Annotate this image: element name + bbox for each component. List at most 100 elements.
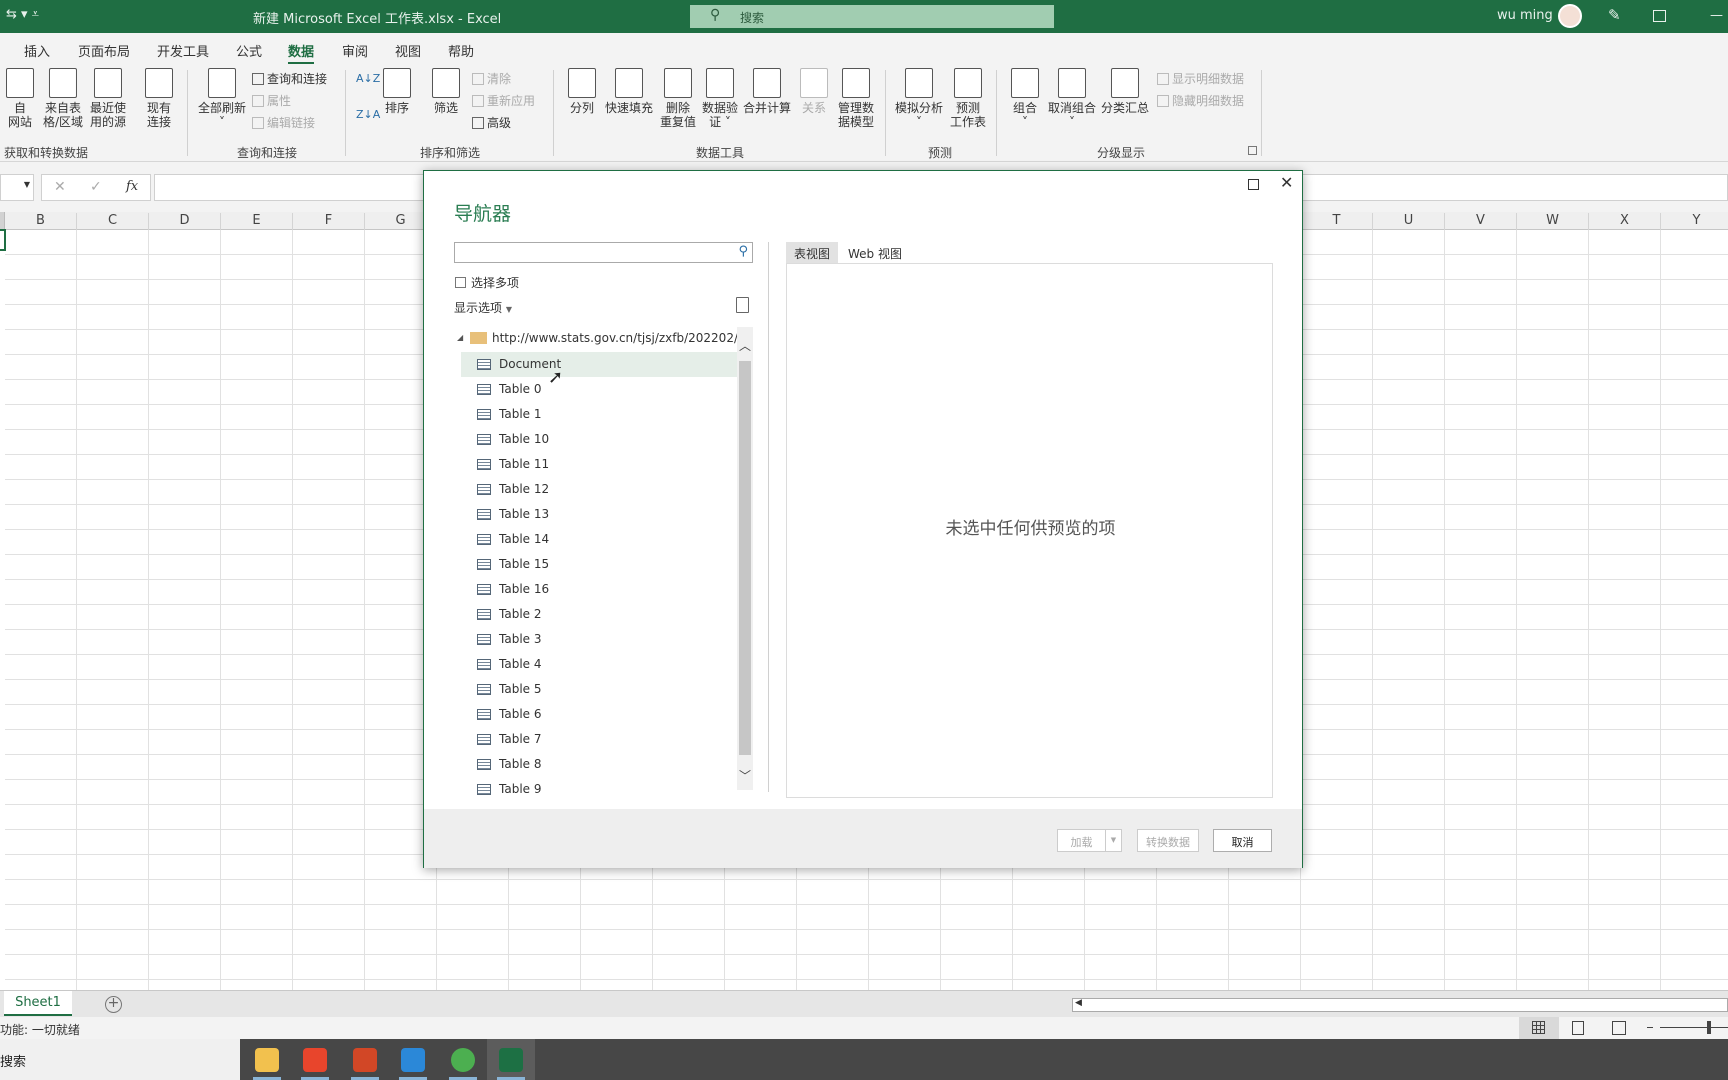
tree-item[interactable]: Table 0 — [461, 377, 740, 402]
tree-vertical-scrollbar[interactable]: ︿ ﹀ — [737, 327, 753, 790]
tab-1[interactable]: 页面布局 — [78, 41, 130, 60]
column-header-x[interactable]: X — [1589, 213, 1661, 230]
ribbon-small-button-5[interactable]: 高级 — [472, 114, 511, 131]
excel-icon[interactable] — [499, 1048, 523, 1072]
zoom-slider-thumb[interactable] — [1707, 1021, 1711, 1034]
tree-item[interactable]: Table 2 — [461, 602, 740, 627]
recent-sources-button[interactable]: 最近使 用的源 — [90, 68, 126, 129]
user-name[interactable]: wu ming — [1497, 8, 1553, 23]
ribbon-small-button-0[interactable]: 查询和连接 — [252, 70, 327, 87]
minimize-icon[interactable]: — — [1710, 8, 1723, 23]
navigator-search-field[interactable]: ⚲ — [454, 242, 753, 263]
media-player-icon[interactable] — [401, 1048, 425, 1072]
zoom-out-icon[interactable] — [1647, 1027, 1653, 1028]
ribbon-small-button-1[interactable]: 属性 — [252, 92, 291, 109]
page-break-view-icon[interactable] — [1612, 1021, 1626, 1035]
column-header-b[interactable]: B — [5, 213, 77, 230]
horizontal-scrollbar[interactable]: ◀ — [1072, 998, 1728, 1012]
relationships-button[interactable]: 关系 — [800, 68, 828, 115]
ribbon-small-button-3[interactable]: 清除 — [472, 70, 511, 87]
ribbon-small-button-8[interactable]: A↓Z — [356, 72, 380, 85]
ribbon-small-button-7[interactable]: 隐藏明细数据 — [1157, 92, 1244, 109]
ribbon-small-button-4[interactable]: 重新应用 — [472, 92, 535, 109]
dialog-launcher-icon[interactable] — [1248, 146, 1257, 155]
tree-item[interactable]: Table 3 — [461, 627, 740, 652]
pen-icon[interactable]: ✎ — [1608, 6, 1621, 24]
active-cell[interactable] — [0, 229, 6, 251]
consolidate-button[interactable]: 合并计算 — [743, 68, 791, 115]
tree-item[interactable]: Table 15 — [461, 552, 740, 577]
tree-item[interactable]: Table 6 — [461, 702, 740, 727]
refresh-icon[interactable] — [736, 297, 749, 313]
load-button[interactable]: 加载 — [1057, 829, 1106, 852]
tree-item[interactable]: Table 4 — [461, 652, 740, 677]
column-header-d[interactable]: D — [149, 213, 221, 230]
column-header-t[interactable]: T — [1301, 213, 1373, 230]
tab-5[interactable]: 审阅 — [342, 41, 368, 60]
ungroup-button[interactable]: 取消组合 ˅ — [1048, 68, 1096, 129]
page-layout-view-icon[interactable] — [1572, 1021, 1584, 1035]
cancel-button[interactable]: 取消 — [1213, 829, 1272, 852]
tab-3[interactable]: 公式 — [236, 41, 262, 60]
search-icon[interactable]: ⚲ — [738, 244, 748, 259]
sort-button[interactable]: 排序 — [383, 68, 411, 115]
load-dropdown-button[interactable]: ▼ — [1105, 829, 1122, 852]
ribbon-display-icon[interactable] — [1653, 10, 1666, 22]
column-header-y[interactable]: Y — [1661, 213, 1728, 230]
tree-item[interactable]: Table 16 — [461, 577, 740, 602]
table-button[interactable]: 来自表 格/区域 — [43, 68, 83, 129]
close-icon[interactable]: ✕ — [1280, 173, 1293, 192]
refresh-all-button[interactable]: 全部刷新 ˅ — [198, 68, 246, 129]
enter-icon[interactable]: ✓ — [90, 179, 102, 195]
transform-data-button[interactable]: 转换数据 — [1137, 829, 1199, 852]
column-header-v[interactable]: V — [1445, 213, 1517, 230]
data-model-button[interactable]: 管理数 据模型 — [838, 68, 874, 129]
display-options-dropdown[interactable]: 显示选项 ▼ — [454, 299, 512, 316]
existing-connections-button[interactable]: 现有 连接 — [145, 68, 173, 129]
tab-table-view[interactable]: 表视图 — [786, 242, 839, 263]
cancel-icon[interactable]: ✕ — [54, 179, 66, 195]
remove-duplicates-button[interactable]: 删除 重复值 — [660, 68, 696, 129]
forecast-sheet-button[interactable]: 预测 工作表 — [950, 68, 986, 129]
data-validation-button[interactable]: 数据验 证 ˅ — [702, 68, 738, 129]
column-header-w[interactable]: W — [1517, 213, 1589, 230]
tab-6[interactable]: 视图 — [395, 41, 421, 60]
tree-item[interactable]: Document — [461, 352, 740, 377]
tab-web-view[interactable]: Web 视图 — [840, 242, 910, 263]
tree-item[interactable]: Table 10 — [461, 427, 740, 452]
quick-access-toolbar[interactable]: ⇆ ▾ ⩡ — [6, 7, 39, 22]
tab-4[interactable]: 数据 — [287, 41, 315, 65]
group-button[interactable]: 组合 ˅ — [1011, 68, 1039, 129]
tree-item[interactable]: Table 1 — [461, 402, 740, 427]
what-if-button[interactable]: 模拟分析 ˅ — [895, 68, 943, 129]
web-button[interactable]: 自 网站 — [6, 68, 34, 129]
normal-view-icon[interactable] — [1519, 1017, 1559, 1039]
powerpoint-icon[interactable] — [353, 1048, 377, 1072]
multi-select-checkbox[interactable]: 选择多项 — [455, 274, 519, 291]
scrollbar-thumb[interactable] — [739, 361, 751, 755]
scroll-up-icon[interactable]: ︿ — [737, 337, 753, 354]
expand-triangle-icon[interactable]: ◢ — [457, 333, 463, 342]
ribbon-small-button-2[interactable]: 编辑链接 — [252, 114, 315, 131]
column-header-f[interactable]: F — [293, 213, 365, 230]
tab-0[interactable]: 插入 — [24, 41, 50, 60]
tree-item[interactable]: Table 14 — [461, 527, 740, 552]
tab-2[interactable]: 开发工具 — [157, 41, 209, 60]
ribbon-small-button-9[interactable]: Z↓A — [356, 108, 380, 121]
tree-item[interactable]: Table 8 — [461, 752, 740, 777]
flash-fill-button[interactable]: 快速填充 — [605, 68, 653, 115]
column-header-e[interactable]: E — [221, 213, 293, 230]
pane-divider[interactable] — [768, 242, 769, 792]
text-to-columns-button[interactable]: 分列 — [568, 68, 596, 115]
column-header-u[interactable]: U — [1373, 213, 1445, 230]
sheet-tab-sheet1[interactable]: Sheet1 — [4, 991, 72, 1016]
tree-item[interactable]: Table 5 — [461, 677, 740, 702]
chrome-icon[interactable] — [451, 1048, 475, 1072]
insert-function-icon[interactable]: fx — [126, 179, 138, 194]
column-header-c[interactable]: C — [77, 213, 149, 230]
tab-7[interactable]: 帮助 — [448, 41, 474, 60]
tree-item[interactable]: Table 13 — [461, 502, 740, 527]
tree-item[interactable]: Table 12 — [461, 477, 740, 502]
navigator-search-input[interactable] — [455, 243, 725, 262]
scroll-down-icon[interactable]: ﹀ — [737, 767, 753, 784]
